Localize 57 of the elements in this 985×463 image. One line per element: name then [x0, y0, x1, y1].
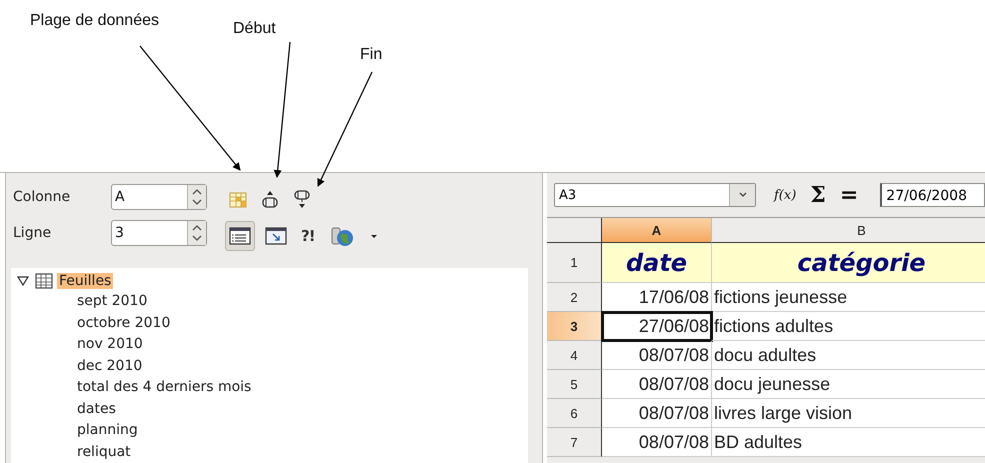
row-header[interactable]: 1	[547, 243, 602, 283]
table-cell: docu adultes	[712, 341, 985, 370]
function-button[interactable]: =	[838, 182, 860, 208]
function-wizard-button[interactable]: f(x)	[772, 188, 798, 202]
table-cell: BD adultes	[712, 428, 985, 457]
table-cell: fictions jeunesse	[712, 283, 985, 312]
table-cell: 17/06/08	[602, 283, 712, 312]
row-header[interactable]: 7	[547, 428, 602, 457]
annotation-label: Début	[233, 20, 276, 38]
tree-item[interactable]: planning	[77, 420, 138, 442]
tree-item[interactable]: total des 4 derniers mois	[77, 377, 252, 398]
table-cell: 08/07/08	[602, 428, 712, 457]
table-cell: 08/07/08	[602, 370, 712, 399]
table-cell: catégorie	[712, 243, 985, 283]
clip-globe-icon	[328, 225, 355, 247]
field-label: Colonne	[13, 189, 72, 205]
annotation-label: Plage de données	[30, 12, 159, 30]
column-header[interactable]: B	[712, 218, 985, 243]
table-cell: 08/07/08	[602, 341, 712, 370]
table-icon	[35, 273, 53, 289]
tree-item[interactable]: dec 2010	[77, 356, 142, 377]
tree-item[interactable]: dates	[77, 398, 116, 420]
table-cell: fictions adultes	[712, 312, 985, 341]
table-cell: 27/06/08	[602, 312, 712, 341]
cylinder-up-arrow-icon	[261, 190, 279, 210]
sum-button[interactable]: Σ	[808, 182, 828, 208]
table-cell: livres large vision	[712, 399, 985, 428]
row-header[interactable]: 4	[547, 341, 602, 370]
tree-item[interactable]: octobre 2010	[77, 312, 170, 334]
spin-field[interactable]: 3	[111, 220, 207, 246]
row-header[interactable]: 3	[547, 312, 602, 341]
list-icon	[229, 227, 251, 245]
table-cell: date	[602, 243, 712, 283]
table-cell: docu jeunesse	[712, 370, 985, 399]
spin-arrows-icon	[187, 185, 206, 209]
column-header[interactable]: A	[602, 218, 712, 243]
table-icon	[229, 191, 247, 209]
row-header[interactable]: 6	[547, 399, 602, 428]
formula-input[interactable]: 27/06/2008	[880, 183, 985, 207]
tree-item[interactable]: sept 2010	[77, 291, 148, 312]
query-button[interactable]: ?!	[297, 221, 319, 251]
list-button[interactable]	[225, 221, 255, 251]
annotation-label: Fin	[360, 46, 382, 64]
chevron-down-icon	[738, 191, 748, 199]
expanded-triangle-icon[interactable]	[17, 275, 29, 287]
table-cell: 08/07/08	[602, 399, 712, 428]
corner-cell[interactable]	[547, 218, 602, 243]
cylinder-down-arrow-icon	[293, 190, 311, 210]
row-header[interactable]: 2	[547, 283, 602, 312]
spin-field[interactable]: A	[111, 184, 207, 210]
tree-item[interactable]: Feuilles	[57, 273, 114, 289]
row-header[interactable]: 5	[547, 370, 602, 399]
tree-item[interactable]: nov 2010	[77, 334, 143, 356]
name-box[interactable]: A3	[554, 183, 756, 207]
tree-item[interactable]: reliquat	[77, 442, 131, 463]
field-label: Ligne	[13, 225, 52, 241]
spin-arrows-icon	[187, 221, 206, 245]
